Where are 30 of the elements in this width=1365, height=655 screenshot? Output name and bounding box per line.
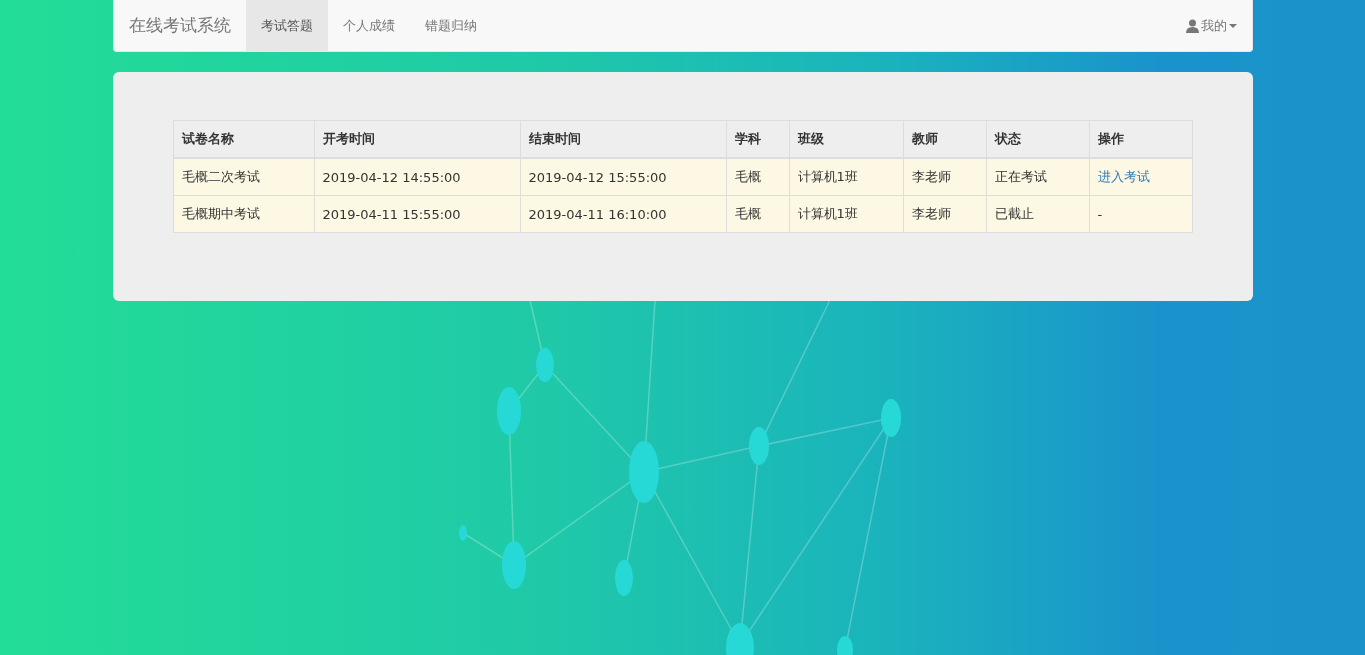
column-header: 教师 xyxy=(903,120,986,158)
table-cell: - xyxy=(1089,195,1192,233)
column-header: 状态 xyxy=(986,120,1089,158)
table-cell: 2019-04-11 15:55:00 xyxy=(314,195,520,233)
table-cell: 毛概期中考试 xyxy=(173,195,314,233)
column-header: 学科 xyxy=(726,120,789,158)
brand-title: 在线考试系统 xyxy=(128,14,231,37)
caret-icon xyxy=(1228,23,1237,28)
table-cell: 毛概 xyxy=(726,158,789,196)
user-icon xyxy=(1185,18,1199,33)
table-cell: 已截止 xyxy=(986,195,1089,233)
nav-tab[interactable]: 错题归纳 xyxy=(409,0,492,51)
table-cell: 计算机1班 xyxy=(789,195,903,233)
column-header: 试卷名称 xyxy=(173,120,314,158)
table-cell: 毛概 xyxy=(726,195,789,233)
nav-tab[interactable]: 考试答题 xyxy=(245,0,328,51)
table-cell: 毛概二次考试 xyxy=(173,158,314,196)
table-cell: 计算机1班 xyxy=(789,158,903,196)
column-header: 结束时间 xyxy=(520,120,726,158)
column-header: 操作 xyxy=(1089,120,1192,158)
column-header: 开考时间 xyxy=(314,120,520,158)
table-cell: 2019-04-12 15:55:00 xyxy=(520,158,726,196)
nav-tab[interactable]: 个人成绩 xyxy=(327,0,410,51)
table-cell: 正在考试 xyxy=(986,158,1089,196)
table-cell: 李老师 xyxy=(903,158,986,196)
user-menu[interactable]: 我的 xyxy=(1185,0,1237,51)
table-cell: 2019-04-11 16:10:00 xyxy=(520,195,726,233)
table-cell: 2019-04-12 14:55:00 xyxy=(314,158,520,196)
column-header: 班级 xyxy=(789,120,903,158)
table-cell: 李老师 xyxy=(903,195,986,233)
